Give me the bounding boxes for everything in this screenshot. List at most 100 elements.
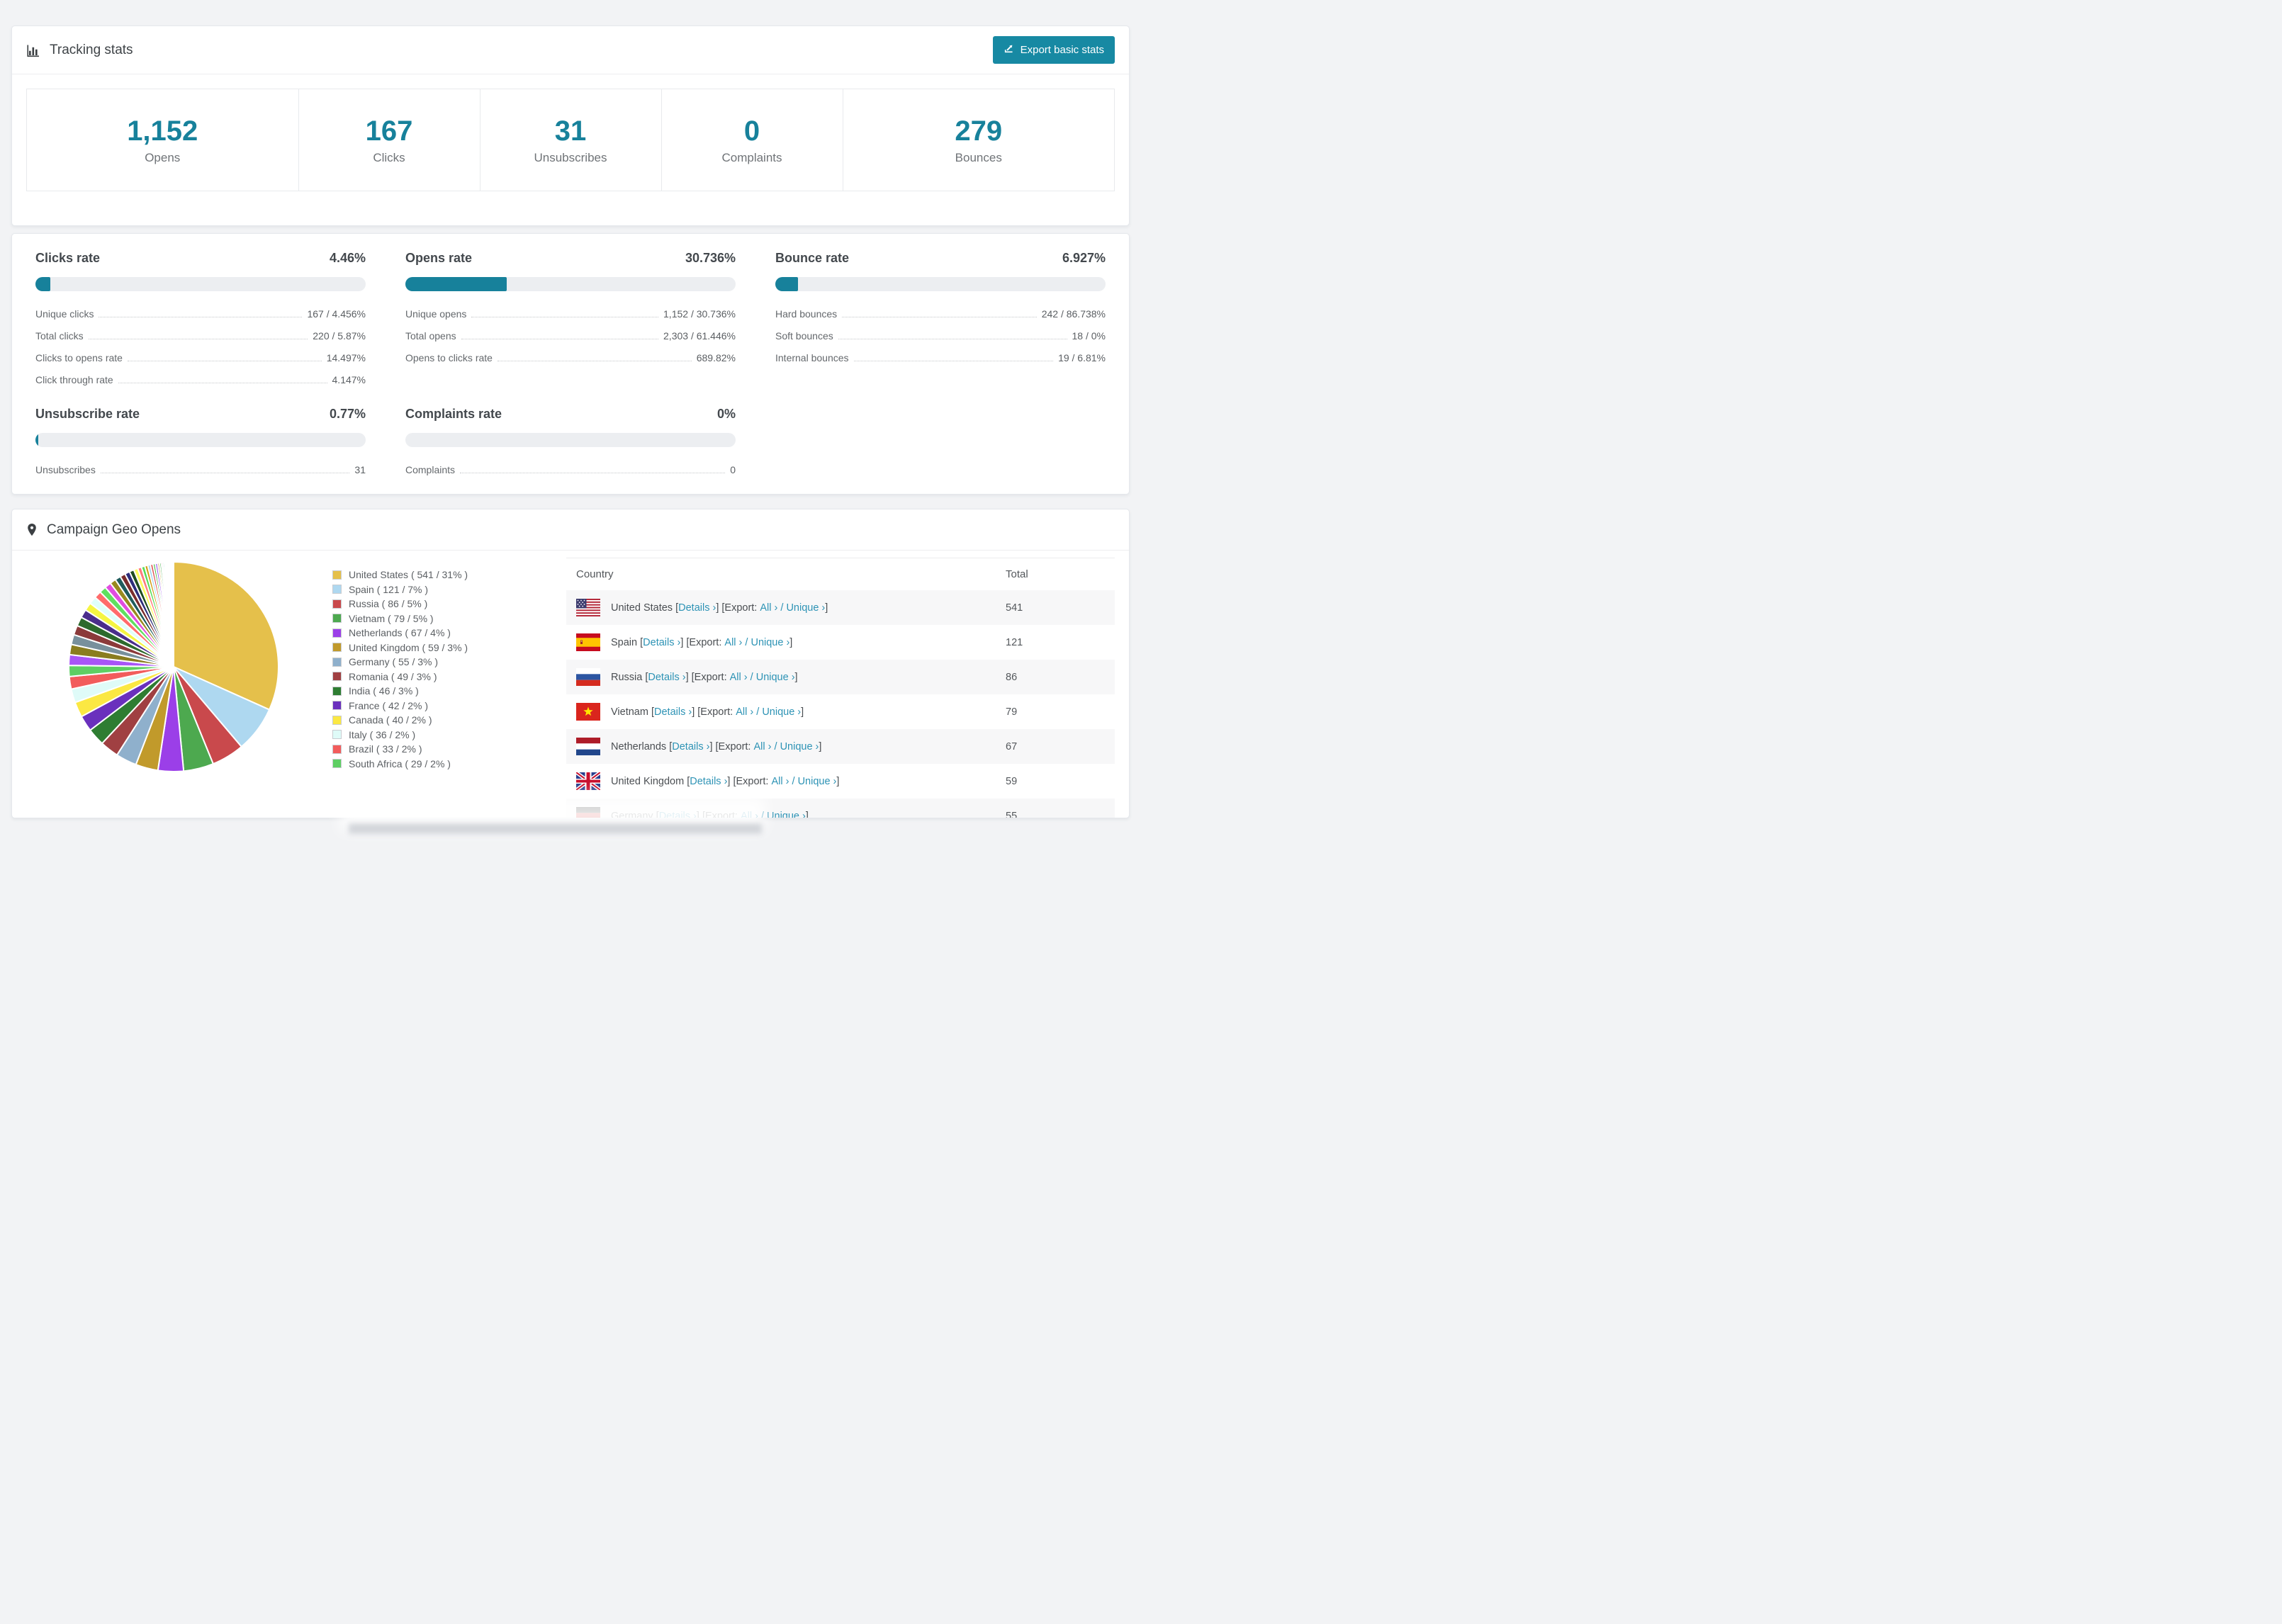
legend-label: South Africa ( 29 / 2% ) <box>349 757 451 769</box>
progress-bar-fill <box>35 277 50 291</box>
legend-label: Canada ( 40 / 2% ) <box>349 714 432 726</box>
table-row-united-states: United States [Details ›] [Export: All ›… <box>566 590 1115 625</box>
export-all-link[interactable]: All › <box>741 811 758 818</box>
legend-label: Vietnam ( 79 / 5% ) <box>349 612 434 624</box>
flag-es-icon <box>576 633 600 651</box>
stat-value: 1,152 <box>127 115 198 147</box>
export-text: ] [Export: <box>680 636 725 648</box>
rate-title: Unsubscribe rate <box>35 407 140 421</box>
legend-item: France ( 42 / 2% ) <box>332 699 566 714</box>
stat-label: Bounces <box>955 151 1002 164</box>
progress-bar <box>405 277 736 291</box>
detail-row: Unsubscribes 31 <box>35 464 366 475</box>
country-name: Germany <box>611 810 653 818</box>
rate-rows: Hard bounces 242 / 86.738% Soft bounces 18 … <box>775 308 1106 363</box>
rates-grid: Clicks rate 4.46% Unique clicks 167 / 4.456… <box>35 251 1106 475</box>
country-cell: Netherlands [Details ›] [Export: All › /… <box>576 738 1006 755</box>
export-unique-link[interactable]: Unique › <box>767 811 806 818</box>
flag-ru-icon <box>576 668 600 686</box>
bracket-text: [ <box>653 810 659 818</box>
details-link[interactable]: Details › <box>654 706 692 718</box>
rate-head: Bounce rate 6.927% <box>775 251 1106 266</box>
detail-value: 19 / 6.81% <box>1058 352 1106 363</box>
total-cell: 121 <box>1006 636 1023 648</box>
table-row-russia: Russia [Details ›] [Export: All › / Uniq… <box>566 660 1115 694</box>
detail-row: Opens to clicks rate 689.82% <box>405 352 736 363</box>
rate-rows: Unique opens 1,152 / 30.736% Total opens 2,… <box>405 308 736 363</box>
legend-swatch <box>332 759 342 769</box>
export-all-link[interactable]: All › <box>771 776 789 787</box>
detail-label: Click through rate <box>35 374 113 385</box>
geo-table-header: Country Total <box>566 558 1115 590</box>
export-unique-link[interactable]: Unique › <box>786 602 825 614</box>
pie-legend: United States ( 541 / 31% ) Spain ( 121 /… <box>332 551 566 818</box>
geo-opens-header: Campaign Geo Opens <box>12 509 1129 551</box>
country-cell: Germany [Details ›] [Export: All › / Uni… <box>576 807 1006 818</box>
legend-swatch <box>332 585 342 594</box>
export-unique-link[interactable]: Unique › <box>780 741 819 752</box>
export-basic-stats-button[interactable]: Export basic stats <box>992 36 1115 64</box>
table-row-spain: Spain [Details ›] [Export: All › / Uniqu… <box>566 625 1115 660</box>
export-unique-link[interactable]: Unique › <box>751 637 789 648</box>
progress-bar-fill <box>405 277 507 291</box>
stat-value: 31 <box>554 115 587 147</box>
detail-row: Unique clicks 167 / 4.456% <box>35 308 366 320</box>
export-unique-link[interactable]: Unique › <box>762 706 801 718</box>
detail-label: Complaints <box>405 464 456 475</box>
legend-swatch <box>332 599 342 609</box>
details-link[interactable]: Details › <box>672 741 709 752</box>
bracket-text: [ <box>637 636 643 648</box>
link-separator: / <box>771 740 780 752</box>
progress-bar <box>775 277 1106 291</box>
export-unique-link[interactable]: Unique › <box>756 672 795 683</box>
export-all-link[interactable]: All › <box>736 706 753 718</box>
detail-value: 4.147% <box>332 374 366 385</box>
details-link[interactable]: Details › <box>678 602 716 614</box>
legend-item: United States ( 541 / 31% ) <box>332 568 566 582</box>
country-name: Spain <box>611 636 638 648</box>
total-cell: 86 <box>1006 671 1018 683</box>
legend-label: France ( 42 / 2% ) <box>349 699 429 711</box>
export-unique-link[interactable]: Unique › <box>798 776 837 787</box>
export-all-link[interactable]: All › <box>730 672 748 683</box>
stat-label: Opens <box>145 151 181 164</box>
export-all-link[interactable]: All › <box>754 741 772 752</box>
legend-item: Italy ( 36 / 2% ) <box>332 728 566 743</box>
bracket-text: ] <box>794 671 798 683</box>
pie-slice-other[interactable] <box>172 560 174 667</box>
table-row-germany: Germany [Details ›] [Export: All › / Uni… <box>566 799 1115 818</box>
link-separator: / <box>753 706 763 718</box>
stat-value: 0 <box>743 115 760 147</box>
details-link[interactable]: Details › <box>659 811 697 818</box>
legend-label: India ( 46 / 3% ) <box>349 685 419 697</box>
country-name: United Kingdom <box>611 775 685 787</box>
progress-bar <box>35 433 366 447</box>
stat-box-opens: 1,152 Opens <box>27 89 298 191</box>
rate-block-unsubscribe-rate: Unsubscribe rate 0.77% Unsubscribes 31 <box>35 407 366 475</box>
details-link[interactable]: Details › <box>648 672 685 683</box>
detail-row: Clicks to opens rate 14.497% <box>35 352 366 363</box>
legend-swatch <box>332 657 342 667</box>
rate-value: 4.46% <box>329 251 366 265</box>
detail-label: Clicks to opens rate <box>35 352 123 363</box>
export-text: ] [Export: <box>696 810 741 818</box>
bar-chart-icon <box>26 43 40 57</box>
link-separator: / <box>747 671 756 683</box>
details-link[interactable]: Details › <box>690 776 727 787</box>
export-all-link[interactable]: All › <box>724 637 742 648</box>
stat-label: Complaints <box>721 151 782 164</box>
rate-rows: Unique clicks 167 / 4.456% Total clicks 220… <box>35 308 366 385</box>
export-text: ] [Export: <box>716 602 760 614</box>
export-all-link[interactable]: All › <box>760 602 777 614</box>
legend-swatch <box>332 628 342 638</box>
detail-label: Hard bounces <box>775 308 838 320</box>
legend-label: Spain ( 121 / 7% ) <box>349 583 429 595</box>
detail-value: 689.82% <box>696 352 736 363</box>
details-link[interactable]: Details › <box>643 637 680 648</box>
detail-value: 242 / 86.738% <box>1041 308 1106 320</box>
total-cell: 79 <box>1006 706 1018 718</box>
rate-title: Complaints rate <box>405 407 502 421</box>
rate-head: Opens rate 30.736% <box>405 251 736 266</box>
legend-item: South Africa ( 29 / 2% ) <box>332 757 566 772</box>
table-row-vietnam: Vietnam [Details ›] [Export: All › / Uni… <box>566 694 1115 729</box>
